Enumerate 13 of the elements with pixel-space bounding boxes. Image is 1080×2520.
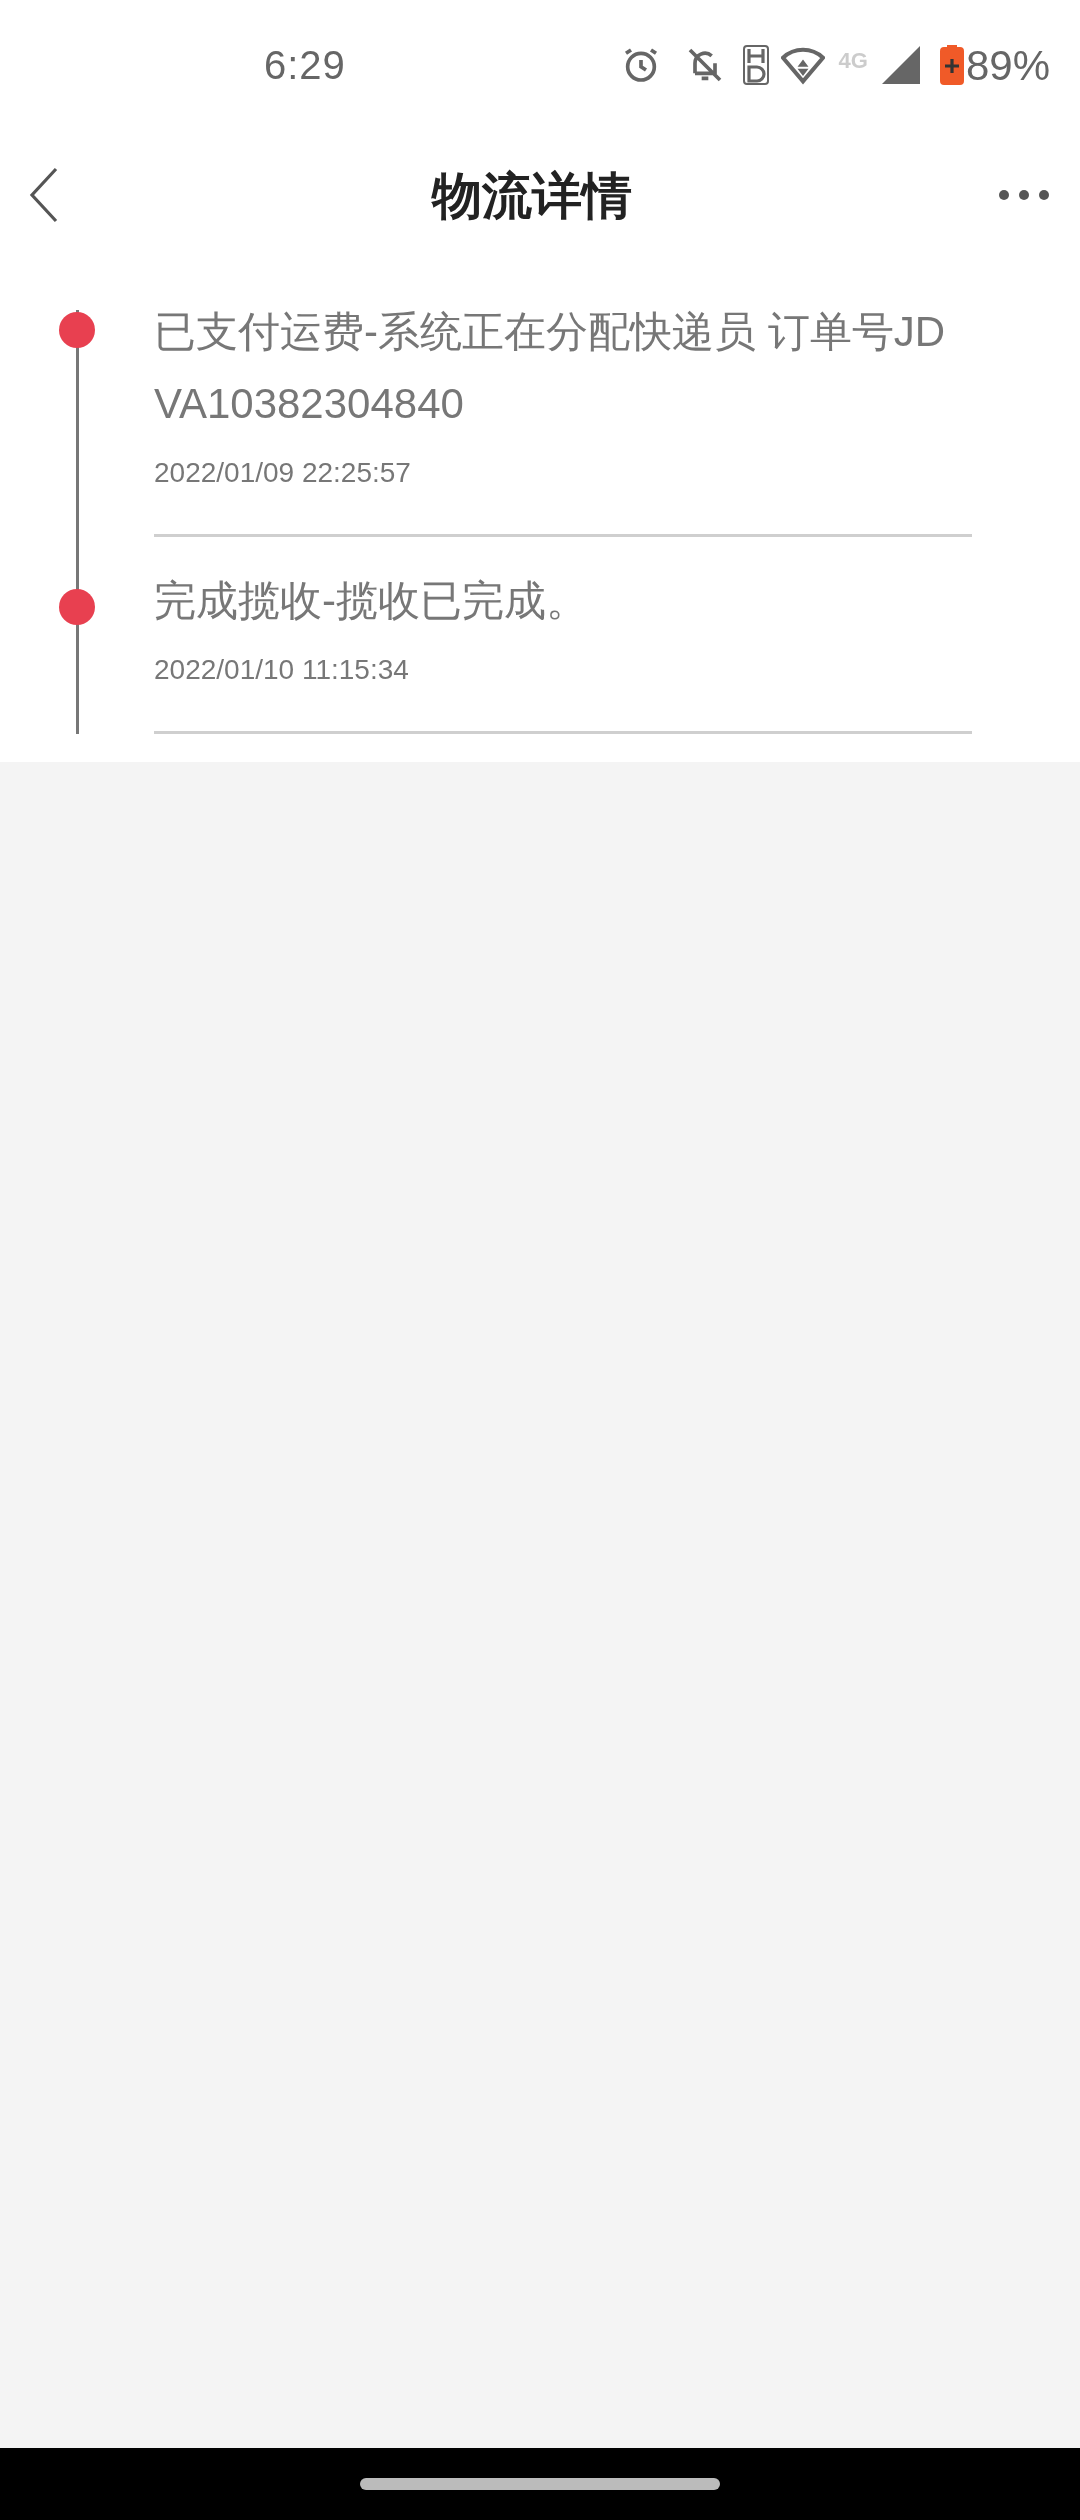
signal-icon (881, 46, 920, 84)
event-description: 完成揽收-揽收已完成。 (154, 576, 589, 626)
hd-icon (742, 45, 769, 85)
event-time: 2022/01/10 11:15:34 (154, 653, 410, 687)
status-time: 6:29 (264, 42, 346, 89)
more-icon (998, 189, 1050, 201)
event-description: 已支付运费-系统正在分配快递员 订单号JDVA10382304840 (154, 307, 946, 429)
event-time: 2022/01/09 22:25:57 (154, 456, 412, 490)
battery-percentage: 89% (965, 40, 1050, 91)
battery-icon (939, 45, 964, 85)
back-icon (28, 167, 60, 223)
page-title: 物流详情 (432, 164, 632, 227)
wifi-icon (780, 45, 825, 85)
